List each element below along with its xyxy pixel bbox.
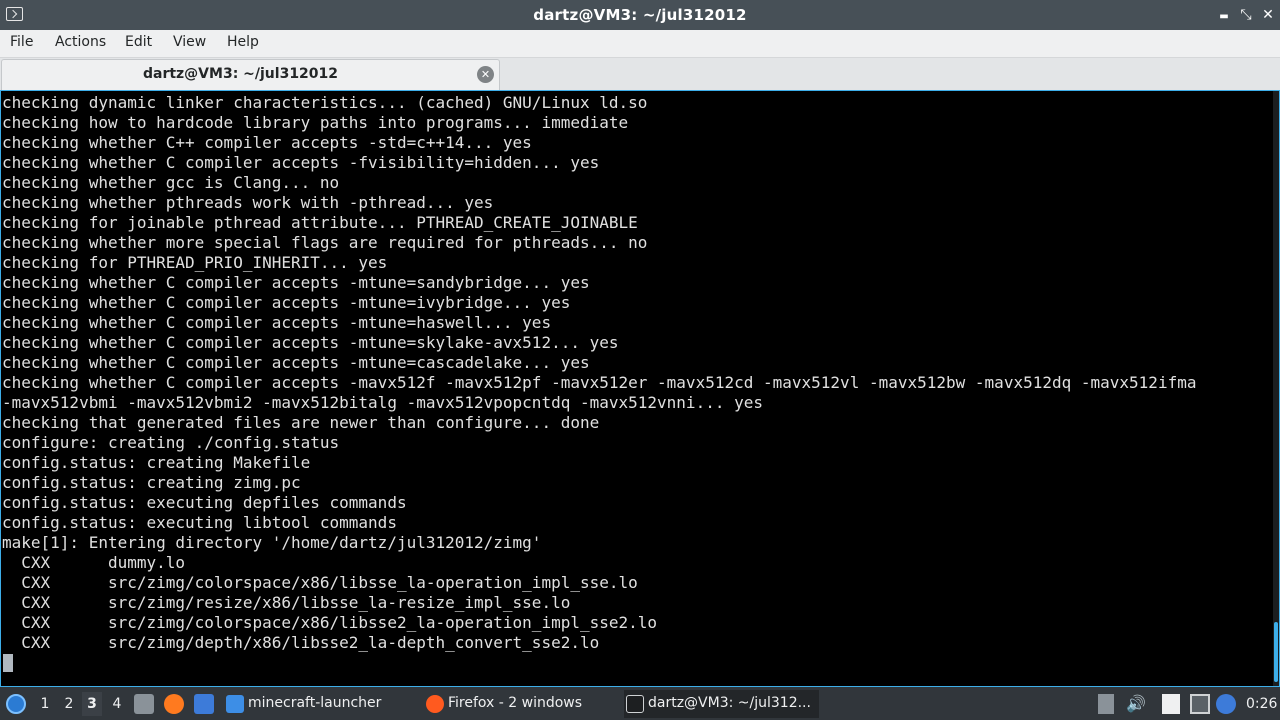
- terminal-line: checking whether C compiler accepts -mtu…: [2, 353, 590, 372]
- window-titlebar[interactable]: dartz@VM3: ~/jul312012 ▬ ⤡ ✕: [0, 0, 1280, 30]
- terminal-line: configure: creating ./config.status: [2, 433, 340, 452]
- task-minecraft-launcher[interactable]: minecraft-launcher: [224, 690, 419, 718]
- file-manager-icon[interactable]: [134, 694, 154, 714]
- tab-close-icon[interactable]: ✕: [477, 66, 494, 83]
- terminal-line: checking whether C compiler accepts -mtu…: [2, 293, 571, 312]
- desktop-4-button[interactable]: 4: [109, 696, 125, 712]
- terminal-scrollbar[interactable]: [1273, 91, 1279, 686]
- tab-terminal-session[interactable]: dartz@VM3: ~/jul312012 ✕: [1, 59, 500, 90]
- desktop-2-button[interactable]: 2: [61, 696, 77, 712]
- terminal-line: checking whether gcc is Clang... no: [2, 173, 340, 192]
- clock[interactable]: 0:26: [1246, 696, 1277, 712]
- tab-bar: dartz@VM3: ~/jul312012 ✕: [0, 58, 1280, 90]
- terminal-icon: [626, 695, 644, 713]
- show-desktop-icon[interactable]: [194, 694, 214, 714]
- terminal-line: CXX src/zimg/depth/x86/libsse2_la-depth_…: [2, 633, 600, 652]
- desktop-3-button[interactable]: 3: [82, 692, 102, 716]
- terminal-line: CXX dummy.lo: [2, 553, 186, 572]
- folder-icon: [226, 695, 244, 713]
- terminal-line: checking whether C compiler accepts -mtu…: [2, 273, 590, 292]
- task-firefox[interactable]: Firefox - 2 windows: [424, 690, 619, 718]
- terminal-lines: checking dynamic linker characteristics.…: [2, 93, 1196, 653]
- app-menu-icon[interactable]: [6, 694, 26, 714]
- clipboard-icon[interactable]: [1098, 694, 1114, 714]
- menu-help[interactable]: Help: [227, 34, 259, 50]
- terminal-cursor: [3, 654, 13, 672]
- terminal-line: config.status: executing depfiles comman…: [2, 493, 407, 512]
- task-terminal[interactable]: dartz@VM3: ~/jul312...: [624, 690, 819, 718]
- menu-view[interactable]: View: [173, 34, 206, 50]
- maximize-icon[interactable]: ⤡: [1236, 5, 1256, 25]
- taskbar: 1 2 3 4 minecraft-launcher Firefox - 2 w…: [0, 688, 1280, 720]
- terminal-line: checking whether C compiler accepts -mtu…: [2, 333, 619, 352]
- terminal-line: make[1]: Entering directory '/home/dartz…: [2, 533, 542, 552]
- terminal-line: checking whether more special flags are …: [2, 233, 648, 252]
- terminal-line: checking how to hardcode library paths i…: [2, 113, 629, 132]
- task-label: minecraft-launcher: [248, 695, 382, 711]
- terminal-line: CXX src/zimg/resize/x86/libsse_la-resize…: [2, 593, 571, 612]
- terminal-line: checking whether C compiler accepts -mtu…: [2, 313, 552, 332]
- terminal-line: -mavx512vbmi -mavx512vbmi2 -mavx512bital…: [2, 393, 763, 412]
- terminal-line: checking whether C++ compiler accepts -s…: [2, 133, 532, 152]
- terminal-line: config.status: creating zimg.pc: [2, 473, 301, 492]
- desktop-1-button[interactable]: 1: [37, 696, 53, 712]
- terminal-line: checking whether C compiler accepts -fvi…: [2, 153, 600, 172]
- terminal-line: config.status: executing libtool command…: [2, 513, 397, 532]
- menu-file[interactable]: File: [10, 34, 33, 50]
- tab-label: dartz@VM3: ~/jul312012: [142, 66, 339, 82]
- task-label: dartz@VM3: ~/jul312...: [648, 695, 811, 711]
- menu-edit[interactable]: Edit: [125, 34, 152, 50]
- menu-bar: File Actions Edit View Help: [0, 30, 1280, 58]
- terminal-output[interactable]: checking dynamic linker characteristics.…: [0, 90, 1280, 687]
- minimize-icon[interactable]: ▬: [1214, 5, 1234, 25]
- terminal-line: checking that generated files are newer …: [2, 413, 600, 432]
- volume-icon[interactable]: 🔊: [1126, 694, 1146, 714]
- notes-icon[interactable]: [1162, 694, 1180, 714]
- firefox-icon: [426, 695, 444, 713]
- task-label: Firefox - 2 windows: [448, 695, 583, 711]
- window-title: dartz@VM3: ~/jul312012: [533, 6, 747, 24]
- firefox-launcher-icon[interactable]: [164, 694, 184, 714]
- network-icon[interactable]: [1190, 694, 1210, 714]
- terminal-line: CXX src/zimg/colorspace/x86/libsse_la-op…: [2, 573, 638, 592]
- terminal-line: checking dynamic linker characteristics.…: [2, 93, 648, 112]
- terminal-line: CXX src/zimg/colorspace/x86/libsse2_la-o…: [2, 613, 658, 632]
- terminal-line: checking for PTHREAD_PRIO_INHERIT... yes: [2, 253, 388, 272]
- terminal-line: checking for joinable pthread attribute.…: [2, 213, 638, 232]
- update-notifier-icon[interactable]: [1216, 694, 1236, 714]
- scrollbar-thumb[interactable]: [1274, 622, 1278, 682]
- terminal-line: checking whether C compiler accepts -mav…: [2, 373, 1197, 392]
- terminal-line: checking whether pthreads work with -pth…: [2, 193, 494, 212]
- close-icon[interactable]: ✕: [1258, 5, 1278, 25]
- menu-actions[interactable]: Actions: [55, 34, 106, 50]
- terminal-line: config.status: creating Makefile: [2, 453, 311, 472]
